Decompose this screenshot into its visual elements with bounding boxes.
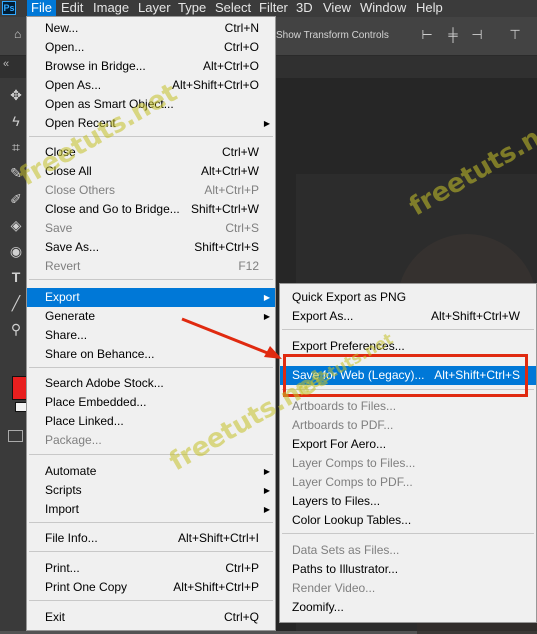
align-center-icon[interactable]: ╪	[446, 27, 460, 43]
menu-item-scripts[interactable]: Scripts ▶	[27, 481, 275, 500]
paint-bucket-icon[interactable]: ◈	[7, 216, 25, 234]
menu-item-paths-to-illustrator[interactable]: Paths to Illustrator...	[280, 560, 536, 579]
menu-edit[interactable]: Edit	[57, 0, 87, 17]
menu-item-automate[interactable]: Automate ▶	[27, 462, 275, 481]
menu-item-place-linked[interactable]: Place Linked...	[27, 412, 275, 431]
menu-item-quick-export-as-png[interactable]: Quick Export as PNG	[280, 288, 536, 307]
line-icon[interactable]: ╱	[7, 294, 25, 312]
menu-divider	[29, 600, 273, 601]
menu-item-new[interactable]: New... Ctrl+N	[27, 19, 275, 38]
align-right-icon[interactable]: ⊣	[470, 27, 484, 43]
menu-file[interactable]: File	[27, 0, 56, 17]
menu-image[interactable]: Image	[89, 0, 133, 17]
eyedropper-icon[interactable]: ✎	[7, 164, 25, 182]
collapse-icon[interactable]: «	[3, 58, 9, 70]
show-transform-controls-label[interactable]: Show Transform Controls	[276, 30, 389, 41]
menu-divider	[282, 533, 534, 534]
menu-item-file-info[interactable]: File Info... Alt+Shift+Ctrl+I	[27, 529, 275, 548]
menu-item-print[interactable]: Print... Ctrl+P	[27, 559, 275, 578]
menu-item-package: Package...	[45, 433, 102, 447]
annotation-arrow	[181, 317, 282, 359]
menu-item-place-embedded[interactable]: Place Embedded...	[27, 393, 275, 412]
menu-divider	[29, 454, 273, 455]
align-top-icon[interactable]: ⊤	[508, 27, 522, 43]
zoom-icon[interactable]: ⚲	[7, 320, 25, 338]
menu-item-close-and-go-to-bridge[interactable]: Close and Go to Bridge... Shift+Ctrl+W	[27, 200, 275, 219]
menu-bar: Ps File Edit Image Layer Type Select Fil…	[0, 0, 537, 17]
menu-divider	[282, 329, 534, 330]
menu-item-save-as[interactable]: Save As... Shift+Ctrl+S	[27, 238, 275, 257]
menu-item-browse-in-bridge[interactable]: Browse in Bridge... Alt+Ctrl+O	[27, 57, 275, 76]
photoshop-logo-icon[interactable]: Ps	[2, 1, 16, 15]
submenu-arrow-icon: ▶	[263, 486, 270, 495]
menu-help[interactable]: Help	[412, 0, 447, 17]
menu-divider	[29, 136, 273, 137]
menu-item-export-as[interactable]: Export As... Alt+Shift+Ctrl+W	[280, 307, 536, 326]
export-submenu: Quick Export as PNG Export As... Alt+Shif…	[279, 283, 537, 623]
menu-item-artboards-to-pdf: Artboards to PDF...	[292, 418, 394, 432]
submenu-arrow-icon: ▶	[263, 467, 270, 476]
lasso-icon[interactable]: ϟ	[7, 112, 25, 130]
menu-type[interactable]: Type	[174, 0, 210, 17]
menu-item-export[interactable]: Export ▶	[27, 288, 275, 307]
menu-divider	[29, 279, 273, 280]
submenu-arrow-icon: ▶	[263, 119, 270, 128]
annotation-highlight-box	[283, 354, 528, 397]
menu-3d[interactable]: 3D	[292, 0, 317, 17]
menu-filter[interactable]: Filter	[255, 0, 292, 17]
menu-item-open-as-smart-object[interactable]: Open as Smart Object...	[27, 95, 275, 114]
menu-item-layers-to-files[interactable]: Layers to Files...	[280, 492, 536, 511]
menu-item-layer-comps-to-pdf: Layer Comps to PDF...	[292, 475, 413, 489]
menu-divider	[29, 551, 273, 552]
menu-item-export-for-aero[interactable]: Export For Aero...	[280, 435, 536, 454]
brush-icon[interactable]: ✐	[7, 190, 25, 208]
crop-icon[interactable]: ⌗	[7, 138, 25, 156]
menu-item-save: Save Ctrl+S	[45, 221, 259, 235]
eye-icon[interactable]: ◉	[7, 242, 25, 260]
menu-item-open[interactable]: Open... Ctrl+O	[27, 38, 275, 57]
menu-item-import[interactable]: Import ▶	[27, 500, 275, 519]
menu-view[interactable]: View	[319, 0, 355, 17]
menu-window[interactable]: Window	[356, 0, 410, 17]
menu-divider	[29, 522, 273, 523]
menu-layer[interactable]: Layer	[134, 0, 175, 17]
menu-item-render-video: Render Video...	[292, 581, 376, 595]
menu-select[interactable]: Select	[211, 0, 255, 17]
menu-item-layer-comps-to-files: Layer Comps to Files...	[292, 456, 416, 470]
submenu-arrow-icon: ▶	[263, 505, 270, 514]
menu-item-close[interactable]: Close Ctrl+W	[27, 143, 275, 162]
menu-item-revert: Revert F12	[45, 259, 259, 273]
menu-item-close-others: Close Others Alt+Ctrl+P	[45, 183, 259, 197]
type-icon[interactable]: T	[7, 268, 25, 286]
quick-mask-icon[interactable]	[8, 430, 23, 442]
menu-item-zoomify[interactable]: Zoomify...	[280, 598, 536, 617]
menu-item-color-lookup-tables[interactable]: Color Lookup Tables...	[280, 511, 536, 530]
menu-item-search-adobe-stock[interactable]: Search Adobe Stock...	[27, 374, 275, 393]
menu-item-open-as[interactable]: Open As... Alt+Shift+Ctrl+O	[27, 76, 275, 95]
menu-item-data-sets-as-files: Data Sets as Files...	[292, 543, 400, 557]
move-icon[interactable]: ✥	[7, 86, 25, 104]
menu-item-open-recent[interactable]: Open Recent ▶	[27, 114, 275, 133]
menu-item-close-all[interactable]: Close All Alt+Ctrl+W	[27, 162, 275, 181]
submenu-arrow-icon: ▶	[263, 293, 270, 302]
menu-item-artboards-to-files: Artboards to Files...	[292, 399, 397, 413]
menu-item-print-one-copy[interactable]: Print One Copy Alt+Shift+Ctrl+P	[27, 578, 275, 597]
menu-item-exit[interactable]: Exit Ctrl+Q	[27, 608, 275, 627]
align-left-icon[interactable]: ⊢	[420, 27, 434, 43]
